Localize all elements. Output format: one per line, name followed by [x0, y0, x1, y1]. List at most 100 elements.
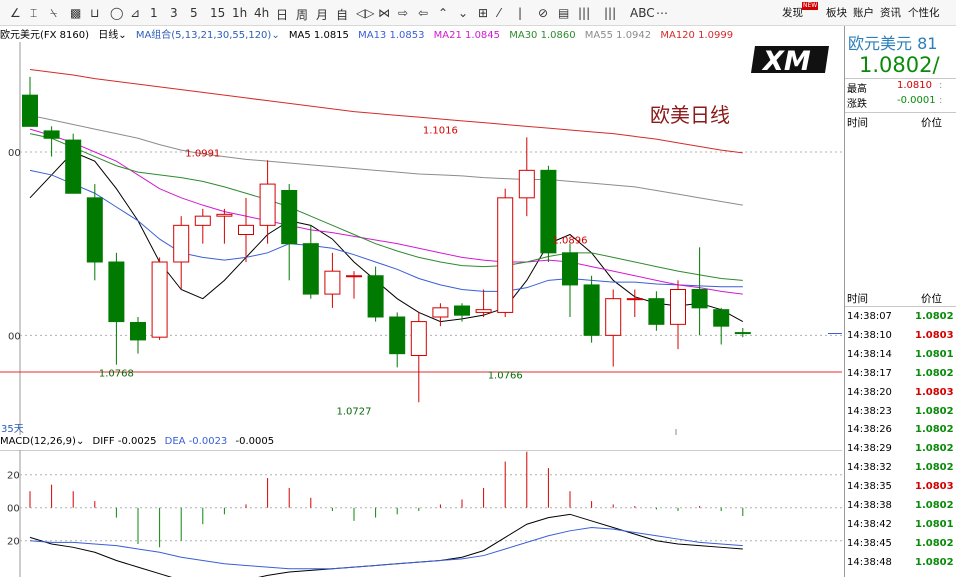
candle[interactable] [108, 252, 125, 365]
candle[interactable] [454, 303, 470, 322]
candle[interactable] [540, 165, 557, 262]
toolbar-tool-1[interactable]: ∠ [10, 6, 21, 20]
candle-body [454, 305, 470, 316]
candle[interactable] [194, 208, 211, 244]
candle[interactable] [281, 184, 298, 281]
personalize-button[interactable]: 个性化 [908, 5, 940, 20]
tick-time: 14:38:42 [847, 518, 892, 530]
candle[interactable] [389, 312, 406, 368]
y-axis-tick-label: 00 [8, 331, 21, 342]
candle[interactable] [151, 257, 168, 340]
candle[interactable] [605, 289, 622, 367]
candle[interactable] [583, 275, 600, 343]
candle[interactable] [86, 184, 103, 281]
candle[interactable] [626, 289, 643, 318]
sectors-button[interactable]: 板块 [826, 5, 847, 20]
toolbar-tool-25[interactable]: ⁄ [498, 6, 500, 20]
candle[interactable] [562, 243, 578, 317]
candle-body [65, 139, 82, 194]
account-button[interactable]: 账户 [853, 5, 874, 20]
toolbar-tool-32[interactable]: ⋯ [656, 6, 668, 20]
tick-row[interactable]: 14:38:23 1.0802 [847, 406, 956, 417]
candle[interactable] [670, 280, 686, 350]
candle[interactable] [497, 188, 514, 317]
toolbar-tool-28[interactable]: ▤ [558, 6, 569, 20]
news-button[interactable]: 资讯 [880, 5, 901, 20]
candle[interactable] [648, 291, 665, 331]
candlestick-chart[interactable]: 00 00 35天 1.0991 1.1016 1.0896 1.0768 1.0727 1.… [0, 42, 845, 435]
candle[interactable] [22, 76, 38, 127]
toolbar-tool-6[interactable]: ◯ [110, 6, 123, 20]
tick-row[interactable]: 14:38:35 1.0803 [847, 481, 956, 492]
toolbar-tool-15[interactable]: 周 [296, 6, 308, 23]
tick-row[interactable]: 14:38:17 1.0802 [847, 368, 956, 379]
macd-label[interactable]: MACD(12,26,9) [0, 436, 76, 447]
toolbar-tool-10[interactable]: 5 [190, 6, 198, 20]
candle-body [216, 213, 233, 217]
toolbar-tool-27[interactable]: ⊘ [538, 6, 548, 20]
candle[interactable] [302, 225, 319, 299]
candle[interactable] [734, 328, 751, 338]
toolbar-tool-21[interactable]: ⇦ [418, 6, 428, 20]
toolbar-tool-11[interactable]: 15 [210, 6, 225, 20]
toolbar-tool-13[interactable]: 4h [254, 6, 269, 20]
toolbar-tool-29[interactable]: ||| [578, 6, 590, 20]
tick-row[interactable]: 14:38:26 1.0802 [847, 424, 956, 435]
candle[interactable] [713, 307, 730, 345]
macd-chart[interactable]: 20 00 20 [0, 450, 845, 577]
symbol-label[interactable]: 欧元美元(FX 8160) [0, 30, 89, 41]
toolbar-tool-5[interactable]: ⊔ [90, 6, 99, 20]
tick-price: 1.0802 [915, 405, 954, 417]
tick-row[interactable]: 14:38:29 1.0802 [847, 443, 956, 454]
toolbar-tool-7[interactable]: ⊿ [130, 6, 140, 20]
candle[interactable] [432, 303, 449, 327]
toolbar-tool-18[interactable]: ◁▷ [356, 6, 374, 20]
candle[interactable] [367, 266, 384, 322]
candle[interactable] [475, 289, 492, 318]
toolbar-tool-26[interactable]: | [518, 6, 522, 20]
toolbar-tool-4[interactable]: ▩ [70, 6, 81, 20]
candle[interactable] [518, 137, 535, 217]
tick-row[interactable]: 14:38:20 1.0803 [847, 387, 956, 398]
candle[interactable] [173, 216, 190, 290]
toolbar-tool-24[interactable]: ⊞ [478, 6, 488, 20]
tick-row[interactable]: 14:38:14 1.0801 [847, 349, 956, 360]
toolbar-tool-20[interactable]: ⇨ [398, 6, 408, 20]
candle-body [173, 224, 190, 263]
candle[interactable] [410, 312, 427, 403]
quote-panel: 欧元美元 81 1.0802/ 最高 1.0810 : 涨跌 -0.0001 :… [844, 26, 956, 577]
tick-row[interactable]: 14:38:48 1.0802 [847, 557, 956, 568]
toolbar-tool-9[interactable]: 3 [170, 6, 178, 20]
discover-button[interactable]: 发现 [782, 5, 803, 20]
toolbar-tool-22[interactable]: ⌃ [438, 6, 448, 20]
candle[interactable] [130, 317, 146, 354]
candle[interactable] [346, 271, 362, 299]
candle[interactable] [324, 252, 341, 308]
tick-row[interactable]: 14:38:42 1.0801 [847, 519, 956, 530]
tick-row[interactable]: 14:38:32 1.0802 [847, 462, 956, 473]
period-selector[interactable]: 日线⌄ [98, 30, 126, 41]
toolbar-tool-2[interactable]: ⌶ [30, 6, 37, 21]
toolbar-tool-30[interactable]: ||| [604, 6, 616, 20]
tick-row[interactable]: 14:38:07 1.0802 [847, 311, 956, 322]
toolbar-tool-16[interactable]: 月 [316, 6, 328, 23]
toolbar-tool-14[interactable]: 日 [276, 6, 288, 23]
tick-time: 14:38:20 [847, 386, 892, 398]
tick-row[interactable]: 14:38:10 1.0803 [847, 330, 956, 341]
ma-group-selector[interactable]: MA组合(5,13,21,30,55,120)⌄ [136, 30, 280, 41]
toolbar-tool-31[interactable]: ABC [630, 6, 655, 20]
toolbar-tool-17[interactable]: 自 [336, 6, 348, 23]
candle[interactable] [65, 133, 82, 194]
toolbar-tool-12[interactable]: 1h [232, 6, 247, 20]
high-value: 1.0810 [897, 80, 932, 91]
toolbar-tool-8[interactable]: 1 [150, 6, 158, 20]
candle[interactable] [216, 208, 233, 244]
candle[interactable] [691, 247, 708, 336]
tick-row[interactable]: 14:38:38 1.0802 [847, 500, 956, 511]
toolbar-tool-3[interactable]: ⍀ [50, 6, 57, 21]
candle-body [324, 270, 341, 295]
toolbar-tool-19[interactable]: ⋈ [378, 6, 390, 20]
tick-row[interactable]: 14:38:45 1.0802 [847, 538, 956, 549]
y-axis-tick-label: 00 [7, 504, 20, 515]
toolbar-tool-23[interactable]: ⌄ [458, 6, 468, 20]
